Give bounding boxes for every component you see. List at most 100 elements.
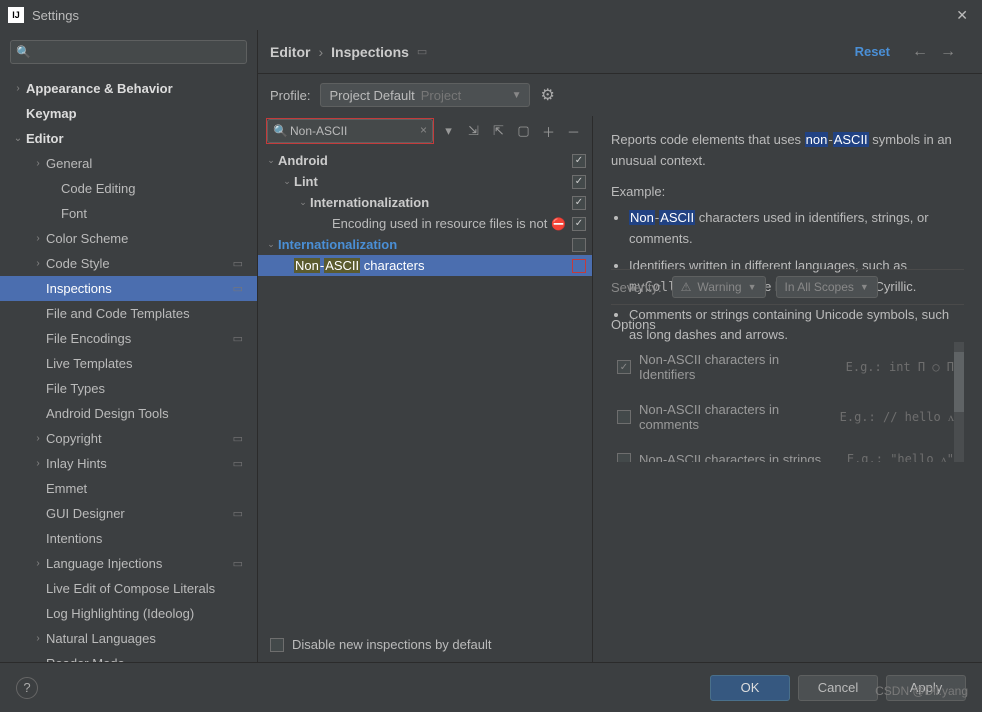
clear-icon[interactable]: × [420, 123, 427, 137]
sidebar-item[interactable]: ⌄Editor [0, 126, 257, 151]
option-example: E.g.: "hello ᴧ" [847, 452, 954, 462]
scrollbar[interactable] [954, 342, 964, 462]
inspections-search-input[interactable] [267, 119, 433, 143]
inspection-row[interactable]: Encoding used in resource files is not⛔ [258, 213, 592, 234]
inspection-checkbox[interactable] [572, 217, 586, 231]
sidebar-item[interactable]: GUI Designer▭ [0, 501, 257, 526]
scope-value: In All Scopes [785, 280, 854, 294]
inspection-checkbox[interactable] [572, 154, 586, 168]
sidebar-item[interactable]: Keymap [0, 101, 257, 126]
profile-select[interactable]: Project Default Project ▼ [320, 83, 530, 107]
option-checkbox[interactable] [617, 410, 631, 424]
apply-button[interactable]: Apply [886, 675, 966, 701]
scope-icon: ▭ [233, 457, 243, 470]
inspection-label: Lint [294, 174, 318, 189]
tree-arrow-icon: › [30, 233, 46, 244]
sidebar-item[interactable]: ›Inlay Hints▭ [0, 451, 257, 476]
add-icon[interactable]: ＋ [538, 120, 559, 142]
inspection-checkbox[interactable] [572, 238, 586, 252]
inspections-search[interactable]: 🔍 × [266, 118, 434, 144]
sidebar-item[interactable]: Live Templates [0, 351, 257, 376]
scope-icon: ▭ [233, 432, 243, 445]
description-bullet: Non-ASCII characters used in identifiers… [629, 208, 964, 250]
tree-item-label: Android Design Tools [46, 406, 169, 421]
option-label: Non-ASCII characters in strings [639, 452, 821, 462]
option-checkbox[interactable] [617, 453, 631, 463]
inspection-row[interactable]: ⌄Android [258, 150, 592, 171]
inspection-checkbox[interactable] [572, 259, 586, 273]
search-icon: 🔍 [16, 45, 31, 59]
close-icon[interactable]: ✕ [950, 7, 974, 24]
sidebar-item[interactable]: Reader Mode▭ [0, 651, 257, 662]
forward-icon[interactable]: → [934, 43, 962, 61]
sidebar-item[interactable]: Emmet [0, 476, 257, 501]
ok-button[interactable]: OK [710, 675, 790, 701]
sidebar-item[interactable]: Live Edit of Compose Literals [0, 576, 257, 601]
disable-new-label: Disable new inspections by default [292, 637, 491, 652]
severity-select[interactable]: ⚠ Warning ▼ [672, 276, 766, 298]
inspection-row[interactable]: Non-ASCII characters [258, 255, 592, 276]
tree-item-label: Log Highlighting (Ideolog) [46, 606, 194, 621]
disable-new-row[interactable]: Disable new inspections by default [258, 627, 592, 662]
inspection-row[interactable]: ⌄Internationalization [258, 234, 592, 255]
tree-item-label: Keymap [26, 106, 77, 121]
sidebar-item[interactable]: ›Appearance & Behavior [0, 76, 257, 101]
disable-new-checkbox[interactable] [270, 638, 284, 652]
sidebar-item[interactable]: Intentions [0, 526, 257, 551]
app-logo: IJ [8, 7, 24, 23]
tree-item-label: Inlay Hints [46, 456, 107, 471]
scope-icon: ▭ [233, 282, 243, 295]
reset-link[interactable]: Reset [855, 44, 890, 59]
sidebar-item[interactable]: Code Editing [0, 176, 257, 201]
option-row[interactable]: Non-ASCII characters in IdentifiersE.g.:… [611, 342, 960, 392]
sidebar-item[interactable]: Log Highlighting (Ideolog) [0, 601, 257, 626]
window-title: Settings [32, 8, 950, 23]
inspection-row[interactable]: ⌄Internationalization [258, 192, 592, 213]
sidebar-item[interactable]: ›Color Scheme [0, 226, 257, 251]
sidebar-item[interactable]: File Encodings▭ [0, 326, 257, 351]
main-header: Editor › Inspections ▭ Reset ← → [258, 30, 982, 74]
cancel-button[interactable]: Cancel [798, 675, 878, 701]
inspection-label: Encoding used in resource files is not [332, 216, 547, 231]
sidebar-item[interactable]: ›Copyright▭ [0, 426, 257, 451]
gear-icon[interactable]: ⚙ [540, 85, 554, 105]
breadcrumb-item[interactable]: Editor [270, 44, 310, 60]
inspection-row[interactable]: ⌄Lint [258, 171, 592, 192]
inspection-checkbox[interactable] [572, 175, 586, 189]
breadcrumb: Editor › Inspections ▭ [270, 44, 427, 60]
options-title: Options [611, 317, 964, 332]
sidebar-item[interactable]: ›Code Style▭ [0, 251, 257, 276]
sidebar-item[interactable]: Font [0, 201, 257, 226]
help-button[interactable]: ? [16, 677, 38, 699]
tree-item-label: Emmet [46, 481, 87, 496]
settings-tree[interactable]: ›Appearance & Behavior Keymap ⌄Editor›Gene… [0, 72, 257, 662]
option-row[interactable]: Non-ASCII characters in commentsE.g.: //… [611, 392, 960, 442]
scope-select[interactable]: In All Scopes ▼ [776, 276, 878, 298]
sidebar-item[interactable]: Android Design Tools [0, 401, 257, 426]
search-icon: 🔍 [273, 124, 288, 138]
inspection-checkbox[interactable] [572, 196, 586, 210]
tree-arrow-icon: ⌄ [264, 239, 278, 250]
tree-item-label: File and Code Templates [46, 306, 190, 321]
toggle-icon[interactable]: ▢ [513, 120, 534, 142]
sidebar-item[interactable]: ›Language Injections▭ [0, 551, 257, 576]
filter-icon[interactable]: ▾ [438, 120, 459, 142]
sidebar-search-input[interactable] [10, 40, 247, 64]
sidebar-search[interactable]: 🔍 [10, 40, 247, 64]
sidebar-item[interactable]: ›Natural Languages [0, 626, 257, 651]
collapse-all-icon[interactable]: ⇱ [488, 120, 509, 142]
sidebar-item[interactable]: File and Code Templates [0, 301, 257, 326]
sidebar-item[interactable]: File Types [0, 376, 257, 401]
back-icon[interactable]: ← [906, 43, 934, 61]
sidebar-item[interactable]: ›General [0, 151, 257, 176]
expand-all-icon[interactable]: ⇲ [463, 120, 484, 142]
tree-arrow-icon: › [30, 258, 46, 269]
sidebar-item[interactable]: Inspections▭ [0, 276, 257, 301]
option-checkbox[interactable] [617, 360, 631, 374]
inspection-label: Android [278, 153, 328, 168]
inspections-tree[interactable]: ⌄Android⌄Lint⌄InternationalizationEncodi… [258, 150, 592, 627]
remove-icon[interactable]: － [563, 120, 584, 142]
inspection-detail: Reports code elements that uses non-ASCI… [593, 116, 982, 662]
option-example: E.g.: int Π ○ Π [846, 360, 954, 374]
option-row[interactable]: Non-ASCII characters in strings E.g.: "he… [611, 442, 960, 462]
